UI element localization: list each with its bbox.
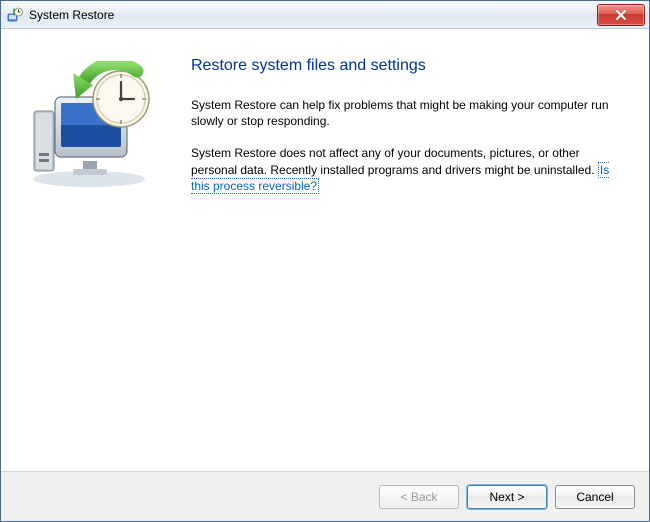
cancel-button[interactable]: Cancel	[555, 485, 635, 509]
back-button: < Back	[379, 485, 459, 509]
wizard-footer: < Back Next > Cancel	[1, 471, 649, 521]
system-restore-window: System Restore	[0, 0, 650, 522]
system-restore-graphic	[21, 61, 161, 191]
wizard-graphic-pane	[21, 53, 191, 461]
intro-paragraph: System Restore can help fix problems tha…	[191, 97, 611, 129]
details-paragraph: System Restore does not affect any of yo…	[191, 145, 611, 194]
window-title: System Restore	[29, 8, 597, 22]
wizard-content: Restore system files and settings System…	[191, 53, 627, 461]
details-text: System Restore does not affect any of yo…	[191, 146, 598, 176]
close-icon	[615, 10, 627, 20]
next-button[interactable]: Next >	[467, 485, 547, 509]
wizard-body: Restore system files and settings System…	[1, 29, 649, 471]
system-restore-icon	[7, 7, 23, 23]
titlebar: System Restore	[1, 1, 649, 29]
close-button[interactable]	[597, 4, 645, 26]
page-heading: Restore system files and settings	[191, 57, 627, 75]
